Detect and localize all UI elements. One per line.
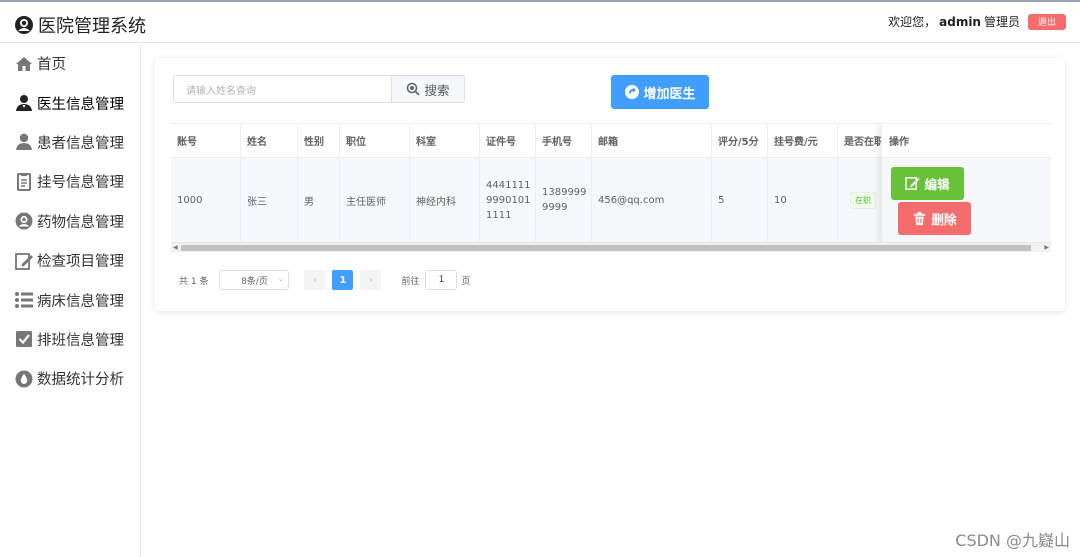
column-header-name[interactable]: 姓名 bbox=[241, 124, 298, 157]
sidebar-item-label: 患者信息管理 bbox=[37, 135, 124, 152]
doctor-icon bbox=[16, 95, 32, 112]
document-icon bbox=[17, 172, 31, 191]
sidebar-item-schedule[interactable]: 排班信息管理 bbox=[0, 320, 140, 359]
cell-title: 主任医师 bbox=[340, 158, 410, 242]
pagination-total: 共 1 条 bbox=[179, 276, 209, 287]
cell-id-number: 4441111 9990101 1111 bbox=[480, 158, 536, 242]
add-circle-icon bbox=[625, 85, 640, 99]
home-icon bbox=[16, 56, 32, 71]
column-header-fee[interactable]: 挂号费/元 bbox=[768, 124, 838, 157]
page-size-select[interactable]: 8条/页 ⌄ bbox=[219, 270, 290, 290]
chevron-down-icon: ⌄ bbox=[277, 275, 284, 283]
user-role: 管理员 bbox=[983, 15, 1020, 29]
top-bar: 医院管理系统 欢迎您， admin 管理员 退出 bbox=[0, 0, 1080, 43]
drop-icon bbox=[15, 370, 33, 388]
page-word: 页 bbox=[461, 276, 471, 287]
sidebar: 首页 医生信息管理 患者信息管理 挂号信息管理 药物信息管理 检查项目管理 病床… bbox=[0, 44, 141, 557]
column-header-gender[interactable]: 性别 bbox=[298, 124, 340, 157]
doctor-table: 账号 姓名 性别 职位 科室 证件号 手机号 邮箱 评分/5分 挂号费/元 是否… bbox=[171, 123, 1051, 247]
sidebar-item-label: 病床信息管理 bbox=[37, 293, 124, 310]
column-header-phone[interactable]: 手机号 bbox=[536, 124, 592, 157]
search-button-label: 搜索 bbox=[424, 82, 450, 98]
search-input[interactable]: 请输入姓名查询 bbox=[173, 75, 391, 103]
column-header-operations[interactable]: 操作 bbox=[882, 124, 1051, 158]
sidebar-item-label: 医生信息管理 bbox=[37, 96, 124, 113]
sidebar-item-bed[interactable]: 病床信息管理 bbox=[0, 280, 140, 319]
edit-icon bbox=[15, 252, 33, 270]
scroll-right-icon[interactable]: ▶ bbox=[1044, 244, 1049, 251]
cell-gender: 男 bbox=[298, 158, 340, 242]
checkbox-icon bbox=[16, 331, 32, 348]
operations-cell: 编辑 删除 bbox=[882, 158, 1051, 243]
edit-icon bbox=[905, 177, 921, 190]
cell-email: 456@qq.com bbox=[592, 158, 712, 242]
sidebar-item-registration[interactable]: 挂号信息管理 bbox=[0, 162, 140, 201]
column-header-department[interactable]: 科室 bbox=[410, 124, 480, 157]
column-header-rating[interactable]: 评分/5分 bbox=[712, 124, 768, 157]
user-icon bbox=[16, 134, 32, 151]
cell-account: 1000 bbox=[171, 158, 241, 242]
column-header-title[interactable]: 职位 bbox=[340, 124, 410, 157]
cell-name: 张三 bbox=[241, 158, 298, 242]
doctor-logo-icon bbox=[15, 16, 33, 34]
sidebar-item-label: 挂号信息管理 bbox=[37, 175, 124, 192]
scrollbar-thumb[interactable] bbox=[181, 245, 1031, 251]
cell-department: 神经内科 bbox=[410, 158, 480, 242]
sidebar-item-doctor[interactable]: 医生信息管理 bbox=[0, 83, 140, 122]
watermark: CSDN @九嶷山 bbox=[955, 531, 1070, 550]
sidebar-item-medicine[interactable]: 药物信息管理 bbox=[0, 202, 140, 241]
scroll-left-icon[interactable]: ◀ bbox=[173, 244, 178, 251]
user-name: admin bbox=[939, 14, 981, 29]
doctor-panel: 请输入姓名查询 搜索 增加医生 账号 姓名 性别 职位 科室 证件号 手机号 邮… bbox=[155, 58, 1065, 311]
page-number-button[interactable]: 1 bbox=[332, 270, 354, 290]
sidebar-item-label: 药物信息管理 bbox=[37, 214, 124, 231]
cell-fee: 10 bbox=[768, 158, 838, 242]
search-icon bbox=[407, 82, 421, 96]
status-badge: 在职 bbox=[850, 191, 876, 209]
trash-icon bbox=[914, 211, 926, 226]
sidebar-item-label: 数据统计分析 bbox=[37, 372, 124, 389]
column-header-email[interactable]: 邮箱 bbox=[592, 124, 712, 157]
cell-phone: 1389999 9999 bbox=[536, 158, 592, 242]
search-button[interactable]: 搜索 bbox=[391, 75, 465, 103]
medicine-icon bbox=[15, 212, 33, 230]
delete-button-label: 删除 bbox=[931, 212, 957, 227]
add-doctor-button[interactable]: 增加医生 bbox=[611, 75, 709, 109]
welcome-text: 欢迎您， bbox=[888, 15, 937, 29]
goto-label: 前往 bbox=[401, 276, 420, 287]
brand: 医院管理系统 bbox=[14, 12, 146, 38]
logout-button[interactable]: 退出 bbox=[1028, 13, 1066, 30]
column-header-id-number[interactable]: 证件号 bbox=[480, 124, 536, 157]
edit-button[interactable]: 编辑 bbox=[891, 167, 964, 200]
sidebar-item-patient[interactable]: 患者信息管理 bbox=[0, 123, 140, 162]
sidebar-item-home[interactable]: 首页 bbox=[0, 44, 140, 83]
sidebar-item-statistics[interactable]: 数据统计分析 bbox=[0, 359, 140, 398]
edit-button-label: 编辑 bbox=[924, 177, 950, 192]
goto-page-input[interactable]: 1 bbox=[425, 270, 458, 290]
add-doctor-label: 增加医生 bbox=[643, 86, 696, 102]
cell-rating: 5 bbox=[712, 158, 768, 242]
sidebar-item-label: 排班信息管理 bbox=[37, 332, 124, 349]
prev-page-button[interactable]: ‹ bbox=[304, 270, 326, 290]
app-title: 医院管理系统 bbox=[38, 16, 146, 37]
page-size-value: 8条/页 bbox=[241, 276, 268, 287]
operations-column: 操作 编辑 删除 bbox=[881, 124, 1051, 243]
sidebar-item-label: 首页 bbox=[37, 57, 66, 74]
column-header-account[interactable]: 账号 bbox=[171, 124, 241, 157]
user-box: 欢迎您， admin 管理员 退出 bbox=[888, 13, 1066, 30]
list-icon bbox=[15, 292, 33, 309]
horizontal-scrollbar[interactable]: ◀ ▶ bbox=[171, 242, 1051, 252]
delete-button[interactable]: 删除 bbox=[898, 202, 971, 235]
sidebar-item-exam[interactable]: 检查项目管理 bbox=[0, 241, 140, 280]
sidebar-item-label: 检查项目管理 bbox=[37, 254, 124, 271]
next-page-button[interactable]: › bbox=[360, 270, 382, 290]
pagination: 共 1 条 8条/页 ⌄ ‹ 1 › 前往 1 页 bbox=[173, 270, 470, 290]
